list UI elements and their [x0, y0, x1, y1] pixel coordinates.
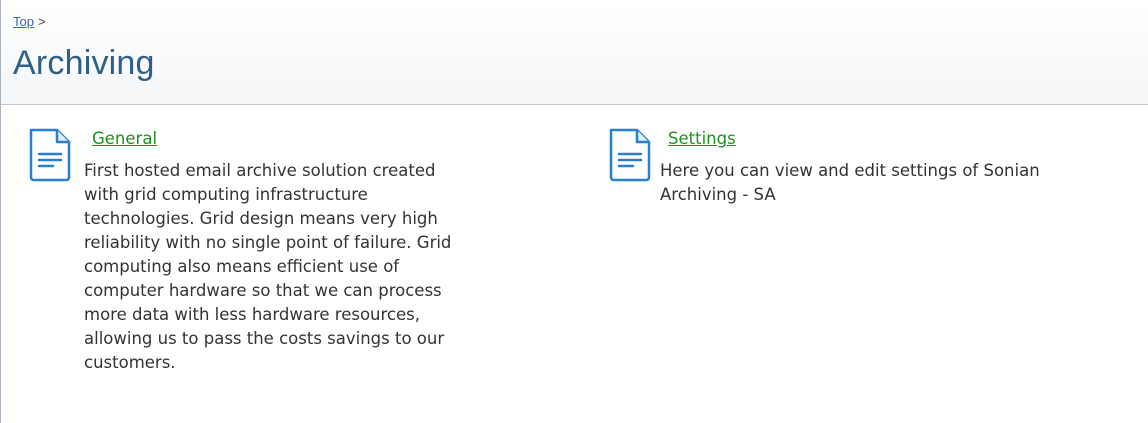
page-header: Top > Archiving: [1, 0, 1148, 105]
general-link[interactable]: General: [92, 129, 157, 148]
desc-line: computer hardware so that we can process: [84, 281, 442, 300]
breadcrumb: Top >: [13, 14, 46, 29]
breadcrumb-top-link[interactable]: Top: [13, 14, 34, 29]
desc-line: technologies. Grid design means very hig…: [84, 209, 438, 228]
page-title: Archiving: [13, 44, 155, 82]
breadcrumb-separator: >: [37, 14, 46, 29]
desc-line: Archiving - SA: [660, 185, 776, 204]
desc-line: allowing us to pass the costs savings to…: [84, 329, 445, 348]
desc-line: computing also means efficient use of: [84, 257, 400, 276]
document-icon[interactable]: [27, 127, 73, 183]
document-icon[interactable]: [607, 127, 653, 183]
settings-description: Here you can view and edit settings of S…: [660, 159, 1140, 207]
content-frame: Top > Archiving General First hosted emai…: [0, 0, 1148, 423]
desc-line: Here you can view and edit settings of S…: [660, 161, 1040, 180]
desc-line: First hosted email archive solution crea…: [84, 161, 436, 180]
desc-line: reliability with no single point of fail…: [84, 233, 452, 252]
desc-line: more data with less hardware resources,: [84, 305, 420, 324]
settings-link[interactable]: Settings: [668, 129, 736, 148]
desc-line: customers.: [84, 353, 176, 372]
general-description: First hosted email archive solution crea…: [84, 159, 604, 375]
desc-line: with grid computing infrastructure: [84, 185, 368, 204]
